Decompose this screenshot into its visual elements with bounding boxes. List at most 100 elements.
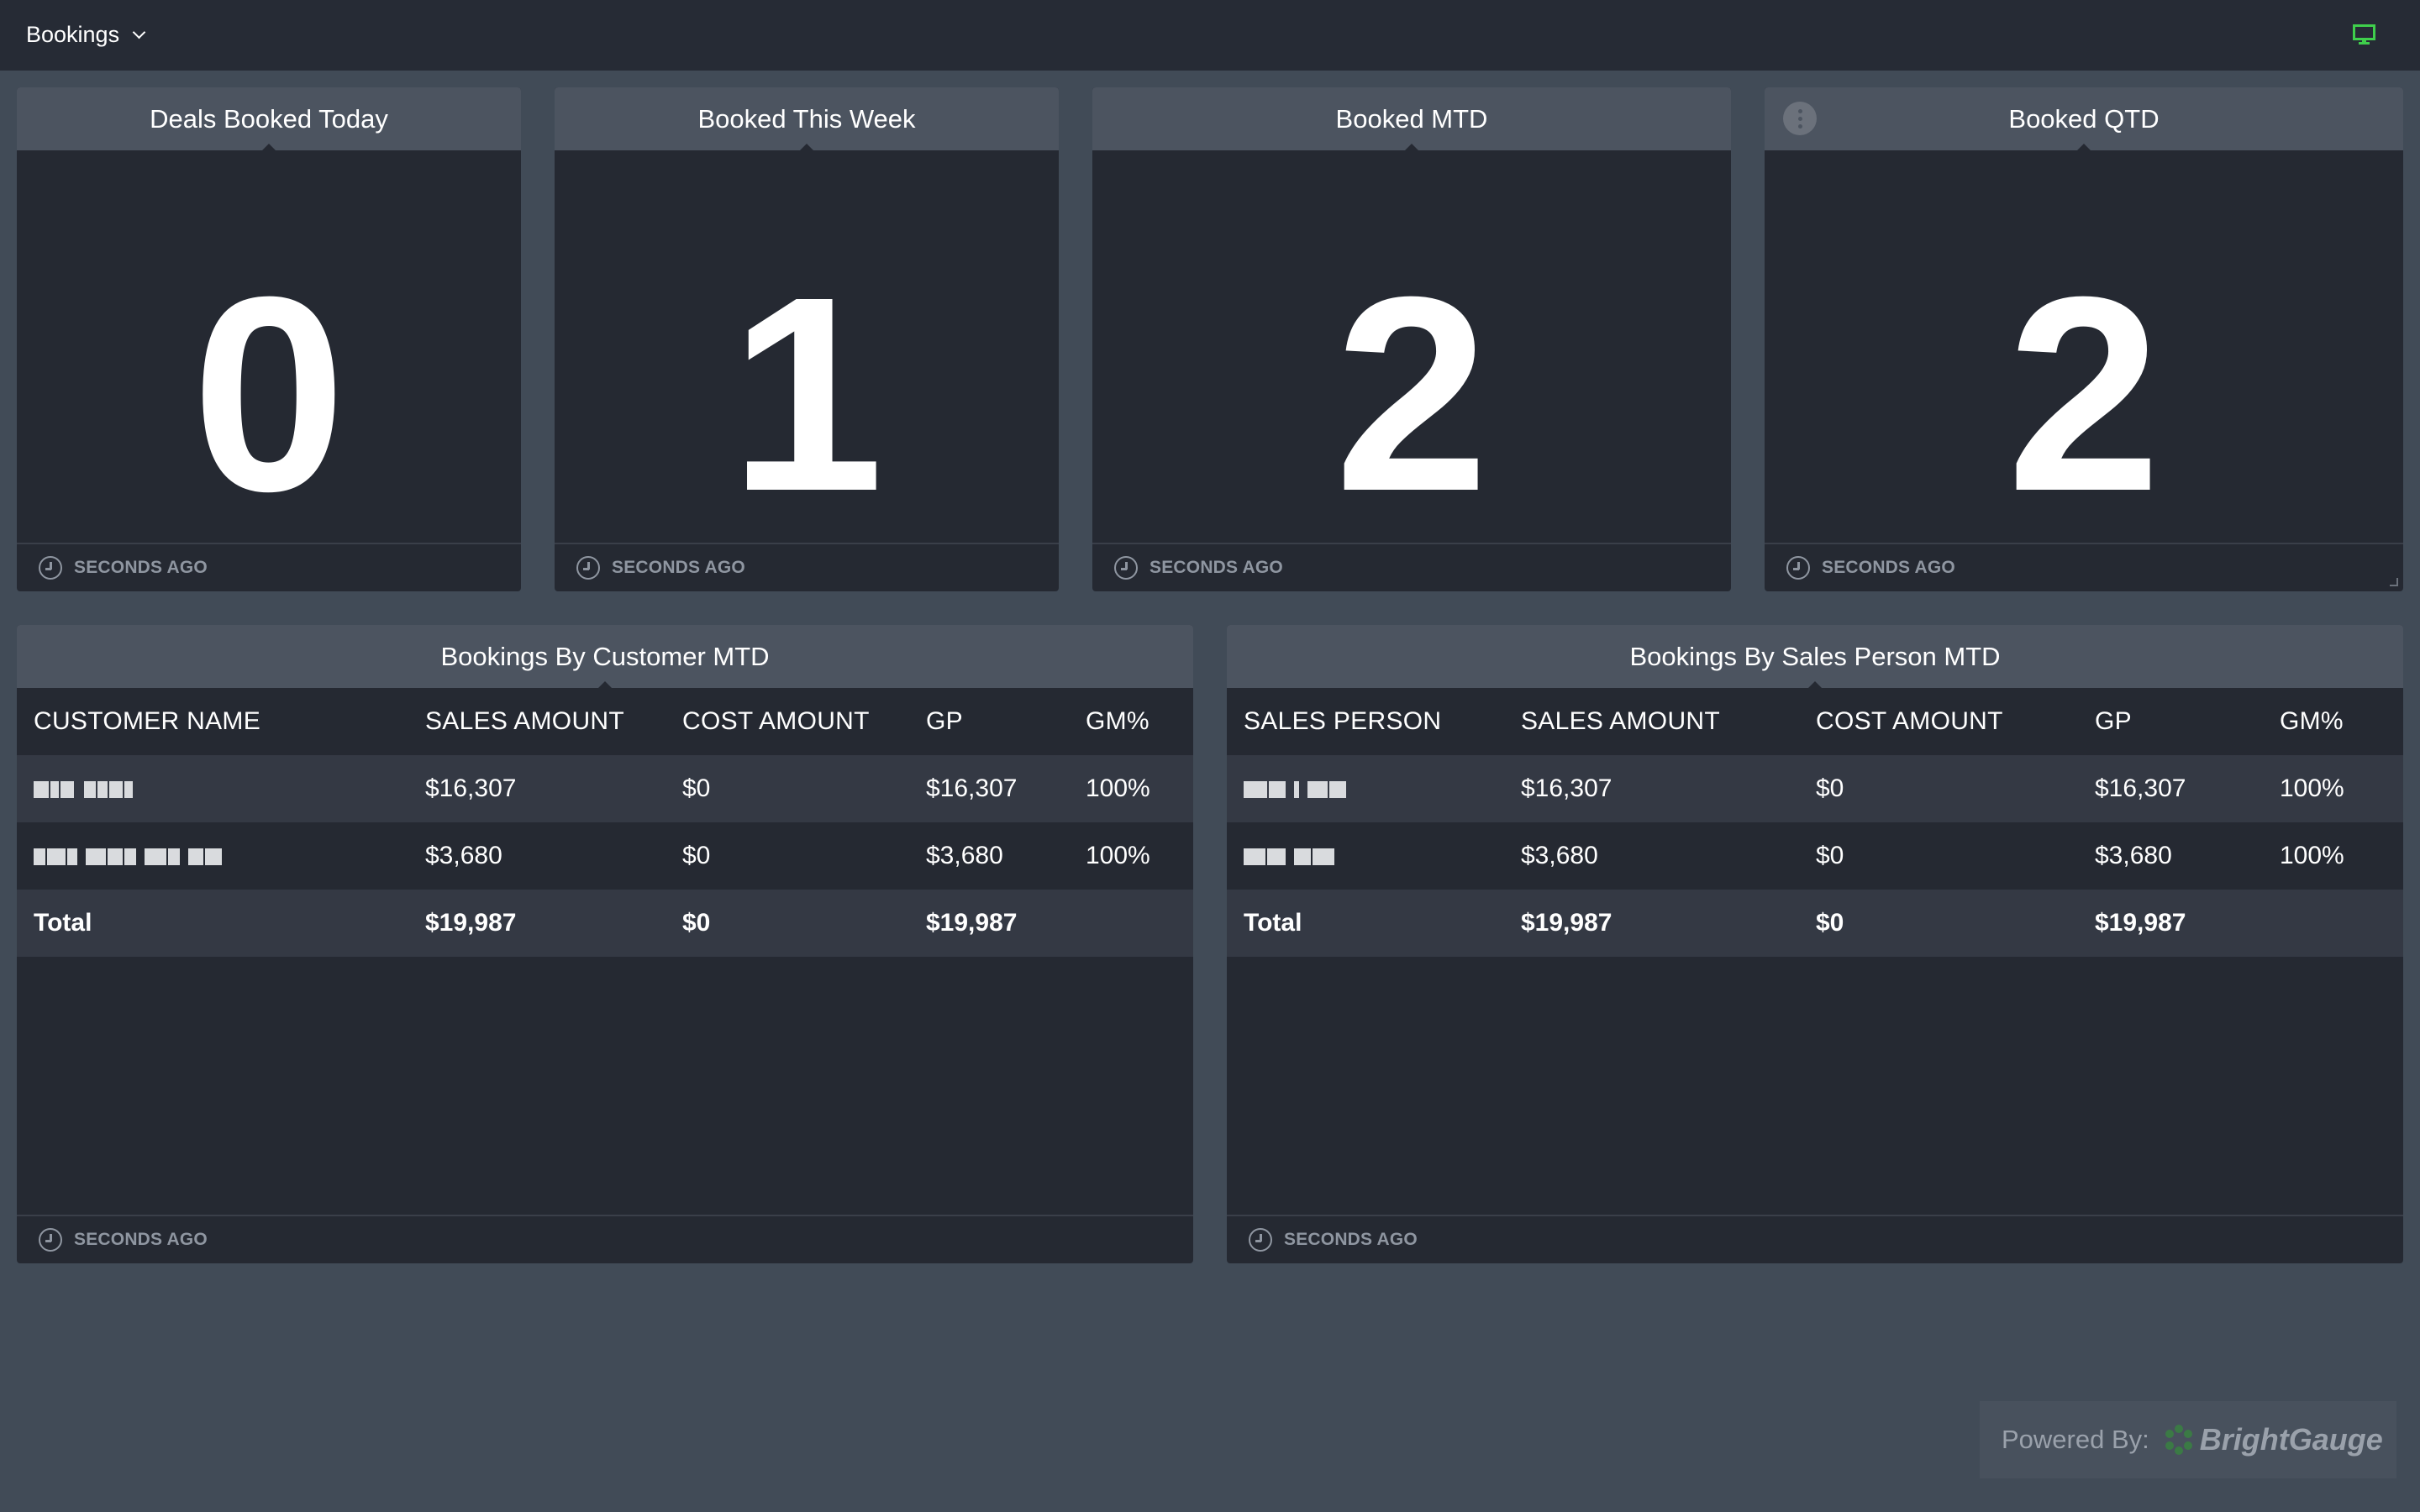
table-header-row: CUSTOMER NAME SALES AMOUNT COST AMOUNT G…: [17, 688, 1193, 755]
table-row: $16,307 $0 $16,307 100%: [1227, 755, 2403, 822]
total-label: Total: [1227, 890, 1504, 957]
widget-header: Bookings By Sales Person MTD: [1227, 625, 2403, 689]
top-bar: Bookings: [0, 0, 2420, 71]
total-sales-cell: $19,987: [408, 890, 666, 957]
widget-footer: SECONDS AGO: [1227, 1215, 2403, 1263]
widget-deals-booked-today: Deals Booked Today 0 SECONDS AGO: [17, 87, 521, 591]
total-gp-cell: $19,987: [909, 890, 1069, 957]
widget-bookings-by-sales-person: Bookings By Sales Person MTD SALES PERSO…: [1227, 625, 2403, 1263]
brightgauge-logo: BrightGauge: [2163, 1422, 2383, 1457]
column-header[interactable]: SALES AMOUNT: [1504, 688, 1799, 755]
gp-cell: $3,680: [909, 822, 1069, 890]
widget-footer: SECONDS AGO: [17, 1215, 1193, 1263]
customer-name-cell: [17, 822, 408, 890]
column-header[interactable]: SALES PERSON: [1227, 688, 1504, 755]
sales-person-table: SALES PERSON SALES AMOUNT COST AMOUNT GP…: [1227, 688, 2403, 957]
cost-amount-cell: $0: [1799, 822, 2078, 890]
gm-cell: 100%: [2263, 755, 2403, 822]
clock-icon: [1114, 556, 1138, 580]
total-row: Total $19,987 $0 $19,987: [17, 890, 1193, 957]
widget-footer: SECONDS AGO: [17, 543, 521, 591]
sales-amount-cell: $3,680: [408, 822, 666, 890]
table-row: $3,680 $0 $3,680 100%: [1227, 822, 2403, 890]
widget-title: Booked QTD: [2008, 104, 2160, 134]
widget-footer: SECONDS AGO: [1092, 543, 1731, 591]
total-gp-cell: $19,987: [2078, 890, 2263, 957]
powered-by-badge[interactable]: Powered By: BrightGauge: [1980, 1401, 2396, 1478]
redacted-text: [1244, 781, 1346, 799]
clock-icon: [1786, 556, 1810, 580]
sales-person-cell: [1227, 822, 1504, 890]
customer-table: CUSTOMER NAME SALES AMOUNT COST AMOUNT G…: [17, 688, 1193, 957]
column-header[interactable]: GM%: [1069, 688, 1193, 755]
widget-header: Booked This Week: [555, 87, 1059, 151]
column-header[interactable]: GP: [2078, 688, 2263, 755]
last-updated-label: SECONDS AGO: [74, 1230, 208, 1249]
widget-title: Booked MTD: [1335, 104, 1488, 134]
redacted-text: [34, 848, 222, 866]
cost-amount-cell: $0: [1799, 755, 2078, 822]
column-header[interactable]: GM%: [2263, 688, 2403, 755]
powered-by-label: Powered By:: [2002, 1425, 2149, 1454]
last-updated-label: SECONDS AGO: [1150, 558, 1283, 577]
sales-amount-cell: $3,680: [1504, 822, 1799, 890]
brand-name: BrightGauge: [2199, 1422, 2383, 1457]
monitor-icon[interactable]: [2353, 24, 2375, 45]
gp-cell: $16,307: [909, 755, 1069, 822]
brightgauge-logo-icon: [2165, 1425, 2192, 1455]
total-gm-cell: [2263, 890, 2403, 957]
dashboard-title: Bookings: [26, 22, 120, 47]
total-sales-cell: $19,987: [1504, 890, 1799, 957]
table-row: $3,680 $0 $3,680 100%: [17, 822, 1193, 890]
clock-icon: [39, 556, 62, 580]
widget-header: Bookings By Customer MTD: [17, 625, 1193, 689]
widget-title: Deals Booked Today: [150, 104, 388, 134]
last-updated-label: SECONDS AGO: [1822, 558, 1955, 577]
widget-title: Bookings By Sales Person MTD: [1629, 642, 2001, 671]
table-header-row: SALES PERSON SALES AMOUNT COST AMOUNT GP…: [1227, 688, 2403, 755]
redacted-text: [1244, 848, 1334, 866]
dashboard-selector[interactable]: Bookings: [26, 22, 146, 48]
widget-title: Booked This Week: [697, 104, 916, 134]
total-cost-cell: $0: [1799, 890, 2078, 957]
chevron-down-icon: [132, 25, 146, 39]
kebab-menu-icon[interactable]: [1783, 102, 1817, 135]
sales-amount-cell: $16,307: [1504, 755, 1799, 822]
column-header[interactable]: SALES AMOUNT: [408, 688, 666, 755]
clock-icon: [39, 1228, 62, 1252]
total-row: Total $19,987 $0 $19,987: [1227, 890, 2403, 957]
clock-icon: [576, 556, 600, 580]
cost-amount-cell: $0: [666, 822, 909, 890]
customer-name-cell: [17, 755, 408, 822]
widget-header: Booked MTD: [1092, 87, 1731, 151]
widget-value: 0: [192, 239, 346, 549]
gm-cell: 100%: [2263, 822, 2403, 890]
widget-header: Booked QTD: [1765, 87, 2403, 151]
redacted-text: [34, 781, 133, 799]
column-header[interactable]: COST AMOUNT: [1799, 688, 2078, 755]
total-cost-cell: $0: [666, 890, 909, 957]
gp-cell: $3,680: [2078, 822, 2263, 890]
column-header[interactable]: CUSTOMER NAME: [17, 688, 408, 755]
gp-cell: $16,307: [2078, 755, 2263, 822]
table-row: $16,307 $0 $16,307 100%: [17, 755, 1193, 822]
widget-value: 1: [729, 239, 884, 549]
widget-booked-qtd: Booked QTD 2 SECONDS AGO: [1765, 87, 2403, 591]
widget-bookings-by-customer: Bookings By Customer MTD CUSTOMER NAME S…: [17, 625, 1193, 1263]
widget-footer: SECONDS AGO: [555, 543, 1059, 591]
last-updated-label: SECONDS AGO: [74, 558, 208, 577]
gm-cell: 100%: [1069, 822, 1193, 890]
last-updated-label: SECONDS AGO: [612, 558, 745, 577]
sales-amount-cell: $16,307: [408, 755, 666, 822]
widget-value: 2: [2007, 239, 2161, 549]
last-updated-label: SECONDS AGO: [1284, 1230, 1418, 1249]
widget-value: 2: [1334, 239, 1489, 549]
widget-booked-this-week: Booked This Week 1 SECONDS AGO: [555, 87, 1059, 591]
total-label: Total: [17, 890, 408, 957]
resize-handle-icon[interactable]: [2390, 578, 2398, 586]
column-header[interactable]: COST AMOUNT: [666, 688, 909, 755]
cost-amount-cell: $0: [666, 755, 909, 822]
total-gm-cell: [1069, 890, 1193, 957]
column-header[interactable]: GP: [909, 688, 1069, 755]
widget-header: Deals Booked Today: [17, 87, 521, 151]
